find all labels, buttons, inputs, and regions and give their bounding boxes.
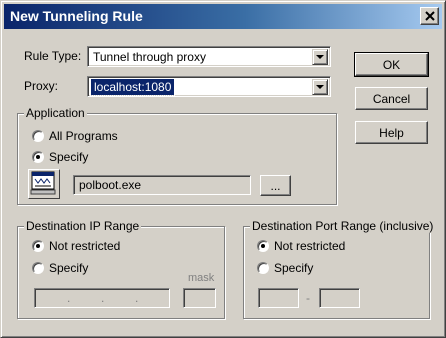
all-programs-label[interactable]: All Programs (49, 129, 118, 143)
all-programs-radio[interactable] (32, 130, 44, 142)
specify-program-label[interactable]: Specify (49, 150, 88, 164)
rule-type-label: Rule Type: (24, 49, 82, 63)
cancel-button[interactable]: Cancel (355, 87, 428, 110)
port-to-field[interactable] (319, 288, 360, 308)
port-range-separator: - (306, 291, 310, 305)
dialog-window: New Tunneling Rule Rule Type: Tunnel thr… (0, 0, 446, 338)
proxy-value: localhost:1080 (89, 78, 176, 96)
window-title: New Tunneling Rule (10, 8, 143, 24)
rule-type-dropdown-button[interactable] (312, 49, 328, 65)
port-not-restricted-label[interactable]: Not restricted (274, 239, 345, 253)
ip-specify-label[interactable]: Specify (49, 261, 88, 275)
cancel-button-label: Cancel (372, 91, 411, 106)
ip-dot: . (135, 291, 139, 305)
rule-type-value: Tunnel through proxy (93, 50, 206, 64)
program-path-value: polboot.exe (79, 178, 142, 192)
browse-button[interactable]: ... (260, 175, 291, 196)
application-icon (28, 169, 60, 199)
help-button-label: Help (379, 125, 404, 140)
chevron-down-icon (316, 85, 324, 89)
proxy-dropdown-button[interactable] (312, 79, 328, 95)
ip-mask-field[interactable] (183, 288, 216, 308)
ip-dot: . (67, 291, 71, 305)
application-group-title: Application (24, 106, 87, 120)
close-icon (425, 11, 435, 21)
ip-dot: . (101, 291, 105, 305)
dest-ip-group-title: Destination IP Range (24, 219, 142, 233)
help-button[interactable]: Help (355, 121, 428, 144)
proxy-combo[interactable]: localhost:1080 (87, 76, 331, 97)
port-specify-radio[interactable] (257, 262, 269, 274)
ok-button[interactable]: OK (354, 52, 429, 77)
title-bar[interactable]: New Tunneling Rule (4, 4, 442, 29)
dest-port-group-title: Destination Port Range (inclusive) (250, 219, 436, 233)
close-button[interactable] (420, 7, 439, 25)
port-from-field[interactable] (258, 288, 299, 308)
rule-type-combo[interactable]: Tunnel through proxy (87, 46, 331, 67)
proxy-label: Proxy: (24, 79, 59, 93)
port-specify-label[interactable]: Specify (274, 261, 313, 275)
ok-button-label: OK (382, 57, 401, 72)
ip-specify-radio[interactable] (32, 262, 44, 274)
ip-address-field[interactable]: . . . (34, 288, 170, 308)
specify-program-radio[interactable] (32, 151, 44, 163)
ip-not-restricted-radio[interactable] (32, 240, 44, 252)
port-not-restricted-radio[interactable] (257, 240, 269, 252)
program-icon (30, 171, 56, 195)
browse-button-label: ... (270, 178, 281, 193)
chevron-down-icon (316, 55, 324, 59)
program-path-field[interactable]: polboot.exe (73, 175, 251, 195)
ip-not-restricted-label[interactable]: Not restricted (49, 239, 120, 253)
mask-label: mask (188, 272, 215, 284)
